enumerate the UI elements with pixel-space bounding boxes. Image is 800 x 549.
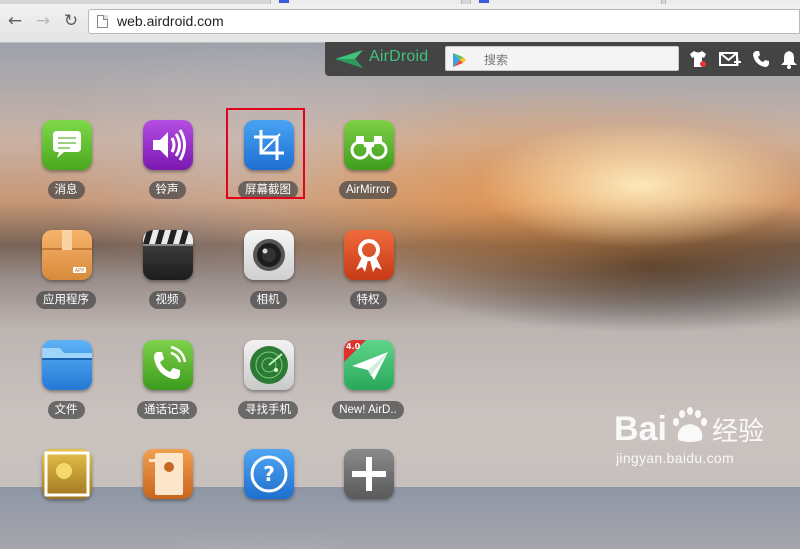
reload-icon[interactable]: ↻ [62, 12, 80, 30]
watermark-url: jingyan.baidu.com [616, 450, 734, 466]
app-call-log[interactable]: 通话记录 [117, 340, 217, 440]
app-label: 寻找手机 [238, 401, 298, 419]
app-files[interactable]: 文件 [16, 340, 116, 440]
svg-text:Bai: Bai [614, 410, 667, 448]
airdroid-header: AirDroid 搜索 [325, 42, 800, 76]
app-video[interactable]: 视频 [117, 230, 217, 330]
svg-text:?: ? [263, 462, 275, 486]
highlight-box [226, 108, 305, 199]
call-log-icon[interactable] [143, 340, 193, 390]
binoculars-icon[interactable] [344, 120, 394, 170]
paper-plane-icon[interactable]: 4.0 [344, 340, 394, 390]
folder-icon[interactable] [42, 340, 92, 390]
airdroid-logo-icon [335, 49, 365, 73]
tab-favicon-icon [279, 0, 289, 3]
tshirt-icon[interactable] [688, 49, 708, 69]
app-label: New! AirD.. [332, 401, 404, 419]
tab-favicon-icon [479, 0, 489, 3]
app-label: 相机 [249, 291, 287, 309]
app-label: 视频 [148, 291, 186, 309]
bell-icon[interactable] [779, 49, 799, 69]
privilege-badge-icon[interactable] [344, 230, 394, 280]
phone-icon[interactable] [751, 49, 771, 69]
app-airmirror[interactable]: AirMirror [318, 120, 418, 220]
app-label: 通话记录 [137, 401, 197, 419]
airdroid-logo-text: AirDroid [369, 48, 429, 65]
app-privilege[interactable]: 特权 [318, 230, 418, 330]
radar-icon[interactable] [244, 340, 294, 390]
tab-strip [0, 0, 800, 4]
clapperboard-icon[interactable] [143, 230, 193, 280]
address-bar[interactable]: web.airdroid.com [88, 9, 800, 34]
app-add[interactable] [318, 449, 418, 549]
app-help[interactable]: ? [218, 449, 318, 549]
baidu-watermark: Bai 经验 jingyan.baidu.com [612, 400, 792, 470]
browser-tab[interactable] [470, 0, 662, 4]
app-label: 文件 [47, 401, 85, 419]
search-placeholder: 搜索 [484, 53, 509, 67]
app-camera[interactable]: 相机 [218, 230, 318, 330]
message-add-icon[interactable] [719, 49, 741, 69]
svg-text:经验: 经验 [712, 417, 764, 447]
browser-tab[interactable] [270, 0, 462, 4]
version-badge: 4.0 [346, 342, 361, 351]
app-ringtone[interactable]: 铃声 [117, 120, 217, 220]
app-label: 应用程序 [36, 291, 96, 309]
app-label: 消息 [47, 181, 85, 199]
forward-icon[interactable]: → [34, 12, 52, 30]
messages-icon[interactable] [42, 120, 92, 170]
app-new-airdroid[interactable]: 4.0 New! AirD.. [318, 340, 418, 440]
url-text[interactable]: web.airdroid.com [117, 13, 224, 29]
search-input[interactable]: 搜索 [445, 46, 679, 71]
svg-text:APP: APP [75, 268, 84, 274]
app-box-icon[interactable]: APP [42, 230, 92, 280]
app-label: 铃声 [148, 181, 186, 199]
app-label: AirMirror [338, 181, 398, 199]
ringtone-icon[interactable] [143, 120, 193, 170]
browser-tab[interactable] [665, 0, 800, 4]
app-photos[interactable] [16, 449, 116, 549]
app-contacts[interactable] [117, 449, 217, 549]
contacts-book-icon[interactable] [143, 449, 193, 499]
baidu-jingyan-logo: Bai 经验 [614, 407, 764, 448]
add-app-icon[interactable] [344, 449, 394, 499]
back-icon[interactable]: ← [6, 12, 24, 30]
browser-toolbar: ← → ↻ web.airdroid.com [0, 0, 800, 43]
google-play-icon [453, 52, 466, 71]
photo-icon[interactable] [42, 449, 92, 499]
app-applications[interactable]: APP 应用程序 [16, 230, 116, 330]
camera-lens-icon[interactable] [244, 230, 294, 280]
app-messages[interactable]: 消息 [16, 120, 116, 220]
page-icon [97, 15, 108, 28]
app-find-phone[interactable]: 寻找手机 [218, 340, 318, 440]
app-label: 特权 [349, 291, 387, 309]
help-icon[interactable]: ? [244, 449, 294, 499]
